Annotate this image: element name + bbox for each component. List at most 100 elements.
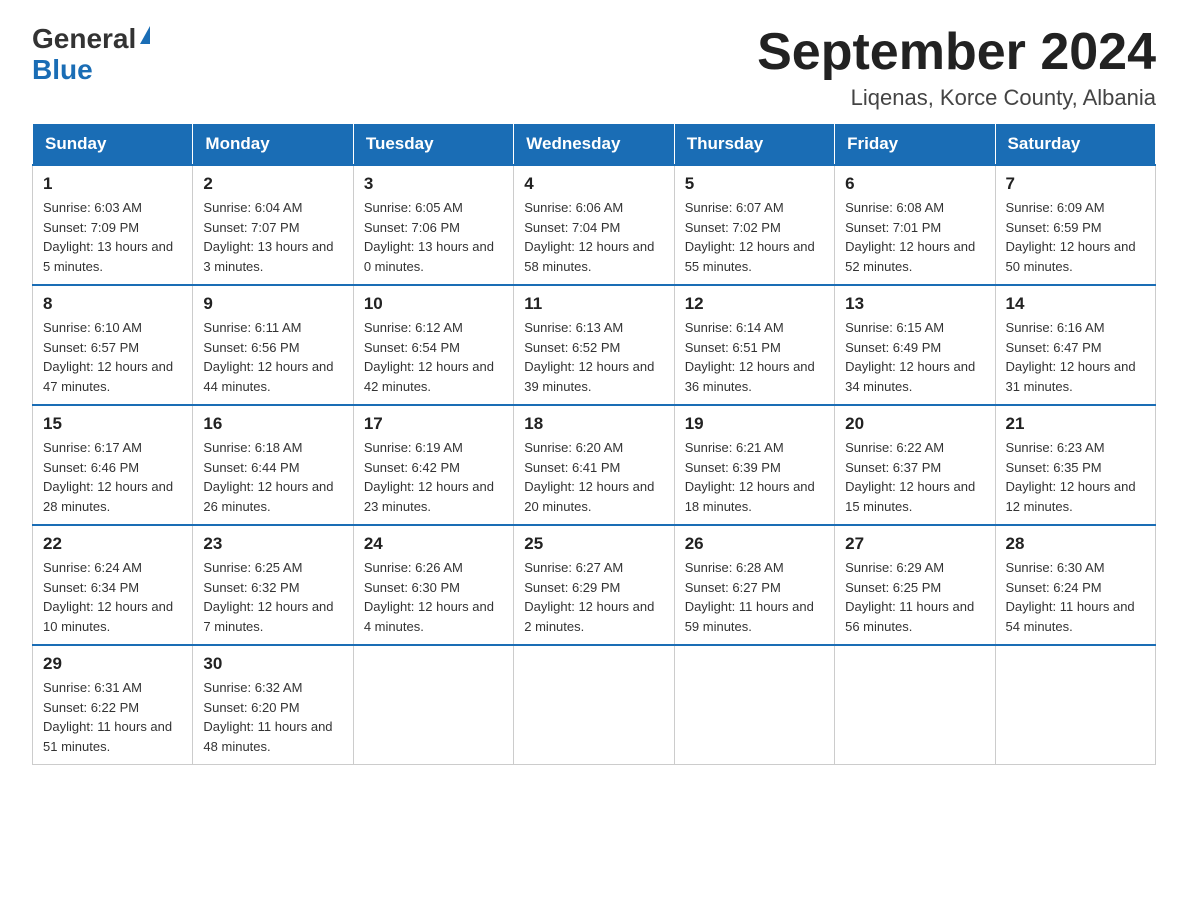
calendar-cell: 26Sunrise: 6:28 AMSunset: 6:27 PMDayligh…: [674, 525, 834, 645]
weekday-header-saturday: Saturday: [995, 124, 1155, 166]
calendar-cell: 14Sunrise: 6:16 AMSunset: 6:47 PMDayligh…: [995, 285, 1155, 405]
calendar-cell: 24Sunrise: 6:26 AMSunset: 6:30 PMDayligh…: [353, 525, 513, 645]
calendar-cell: 15 Sunrise: 6:17 AMSunset: 6:46 PMDayligh…: [33, 405, 193, 525]
day-info: Sunrise: 6:08 AMSunset: 7:01 PMDaylight:…: [845, 198, 984, 276]
day-number: 8: [43, 294, 182, 314]
day-info: Sunrise: 6:32 AMSunset: 6:20 PMDaylight:…: [203, 678, 342, 756]
day-info: Sunrise: 6:21 AMSunset: 6:39 PMDaylight:…: [685, 438, 824, 516]
day-info: Sunrise: 6:10 AMSunset: 6:57 PMDaylight:…: [43, 318, 182, 396]
calendar-header-row: SundayMondayTuesdayWednesdayThursdayFrid…: [33, 124, 1156, 166]
calendar-cell: 17 Sunrise: 6:19 AMSunset: 6:42 PMDayligh…: [353, 405, 513, 525]
day-info: Sunrise: 6:03 AMSunset: 7:09 PMDaylight:…: [43, 198, 182, 276]
day-info: Sunrise: 6:22 AMSunset: 6:37 PMDaylight:…: [845, 438, 984, 516]
day-info: Sunrise: 6:07 AMSunset: 7:02 PMDaylight:…: [685, 198, 824, 276]
day-info: Sunrise: 6:13 AMSunset: 6:52 PMDaylight:…: [524, 318, 663, 396]
calendar-cell: 11 Sunrise: 6:13 AMSunset: 6:52 PMDayligh…: [514, 285, 674, 405]
day-number: 12: [685, 294, 824, 314]
day-info: Sunrise: 6:20 AMSunset: 6:41 PMDaylight:…: [524, 438, 663, 516]
calendar-week-1: 1Sunrise: 6:03 AMSunset: 7:09 PMDaylight…: [33, 165, 1156, 285]
calendar-table: SundayMondayTuesdayWednesdayThursdayFrid…: [32, 123, 1156, 765]
logo-general: General: [32, 24, 136, 55]
day-info: Sunrise: 6:29 AMSunset: 6:25 PMDaylight:…: [845, 558, 984, 636]
day-info: Sunrise: 6:19 AMSunset: 6:42 PMDaylight:…: [364, 438, 503, 516]
day-info: Sunrise: 6:12 AMSunset: 6:54 PMDaylight:…: [364, 318, 503, 396]
calendar-cell: [674, 645, 834, 765]
day-number: 11: [524, 294, 663, 314]
weekday-header-sunday: Sunday: [33, 124, 193, 166]
calendar-cell: 22 Sunrise: 6:24 AMSunset: 6:34 PMDayligh…: [33, 525, 193, 645]
day-info: Sunrise: 6:25 AMSunset: 6:32 PMDaylight:…: [203, 558, 342, 636]
day-info: Sunrise: 6:23 AMSunset: 6:35 PMDaylight:…: [1006, 438, 1145, 516]
day-number: 30: [203, 654, 342, 674]
day-info: Sunrise: 6:06 AMSunset: 7:04 PMDaylight:…: [524, 198, 663, 276]
header: General Blue September 2024 Liqenas, Kor…: [32, 24, 1156, 111]
logo-blue: Blue: [32, 55, 93, 86]
day-number: 5: [685, 174, 824, 194]
day-number: 23: [203, 534, 342, 554]
calendar-cell: 1Sunrise: 6:03 AMSunset: 7:09 PMDaylight…: [33, 165, 193, 285]
day-number: 13: [845, 294, 984, 314]
calendar-cell: 12 Sunrise: 6:14 AMSunset: 6:51 PMDayligh…: [674, 285, 834, 405]
calendar-cell: 30 Sunrise: 6:32 AMSunset: 6:20 PMDayligh…: [193, 645, 353, 765]
day-number: 15: [43, 414, 182, 434]
day-number: 25: [524, 534, 663, 554]
calendar-cell: 8 Sunrise: 6:10 AMSunset: 6:57 PMDaylight…: [33, 285, 193, 405]
day-info: Sunrise: 6:31 AMSunset: 6:22 PMDaylight:…: [43, 678, 182, 756]
calendar-cell: 18 Sunrise: 6:20 AMSunset: 6:41 PMDayligh…: [514, 405, 674, 525]
weekday-header-thursday: Thursday: [674, 124, 834, 166]
title-block: September 2024 Liqenas, Korce County, Al…: [757, 24, 1156, 111]
calendar-cell: 28Sunrise: 6:30 AMSunset: 6:24 PMDayligh…: [995, 525, 1155, 645]
calendar-week-3: 15 Sunrise: 6:17 AMSunset: 6:46 PMDayligh…: [33, 405, 1156, 525]
day-number: 27: [845, 534, 984, 554]
calendar-cell: 9 Sunrise: 6:11 AMSunset: 6:56 PMDaylight…: [193, 285, 353, 405]
calendar-cell: 6 Sunrise: 6:08 AMSunset: 7:01 PMDaylight…: [835, 165, 995, 285]
calendar-cell: [995, 645, 1155, 765]
day-number: 17: [364, 414, 503, 434]
day-number: 18: [524, 414, 663, 434]
day-info: Sunrise: 6:26 AMSunset: 6:30 PMDaylight:…: [364, 558, 503, 636]
calendar-week-2: 8 Sunrise: 6:10 AMSunset: 6:57 PMDaylight…: [33, 285, 1156, 405]
weekday-header-tuesday: Tuesday: [353, 124, 513, 166]
day-number: 26: [685, 534, 824, 554]
day-number: 6: [845, 174, 984, 194]
calendar-body: 1Sunrise: 6:03 AMSunset: 7:09 PMDaylight…: [33, 165, 1156, 765]
calendar-cell: [353, 645, 513, 765]
calendar-cell: 16Sunrise: 6:18 AMSunset: 6:44 PMDayligh…: [193, 405, 353, 525]
calendar-cell: 2Sunrise: 6:04 AMSunset: 7:07 PMDaylight…: [193, 165, 353, 285]
calendar-cell: 23 Sunrise: 6:25 AMSunset: 6:32 PMDayligh…: [193, 525, 353, 645]
calendar-cell: 19Sunrise: 6:21 AMSunset: 6:39 PMDayligh…: [674, 405, 834, 525]
day-number: 9: [203, 294, 342, 314]
day-info: Sunrise: 6:24 AMSunset: 6:34 PMDaylight:…: [43, 558, 182, 636]
day-number: 2: [203, 174, 342, 194]
day-number: 16: [203, 414, 342, 434]
calendar-cell: 7Sunrise: 6:09 AMSunset: 6:59 PMDaylight…: [995, 165, 1155, 285]
weekday-header-monday: Monday: [193, 124, 353, 166]
day-number: 7: [1006, 174, 1145, 194]
calendar-cell: 29 Sunrise: 6:31 AMSunset: 6:22 PMDayligh…: [33, 645, 193, 765]
calendar-cell: 13Sunrise: 6:15 AMSunset: 6:49 PMDayligh…: [835, 285, 995, 405]
day-info: Sunrise: 6:05 AMSunset: 7:06 PMDaylight:…: [364, 198, 503, 276]
weekday-header-friday: Friday: [835, 124, 995, 166]
calendar-cell: 25 Sunrise: 6:27 AMSunset: 6:29 PMDayligh…: [514, 525, 674, 645]
calendar-cell: [835, 645, 995, 765]
day-number: 21: [1006, 414, 1145, 434]
day-info: Sunrise: 6:16 AMSunset: 6:47 PMDaylight:…: [1006, 318, 1145, 396]
calendar-cell: 3Sunrise: 6:05 AMSunset: 7:06 PMDaylight…: [353, 165, 513, 285]
day-number: 10: [364, 294, 503, 314]
calendar-cell: [514, 645, 674, 765]
day-number: 28: [1006, 534, 1145, 554]
day-number: 29: [43, 654, 182, 674]
calendar-title: September 2024: [757, 24, 1156, 81]
calendar-cell: 20Sunrise: 6:22 AMSunset: 6:37 PMDayligh…: [835, 405, 995, 525]
calendar-cell: 10 Sunrise: 6:12 AMSunset: 6:54 PMDayligh…: [353, 285, 513, 405]
day-info: Sunrise: 6:27 AMSunset: 6:29 PMDaylight:…: [524, 558, 663, 636]
day-info: Sunrise: 6:11 AMSunset: 6:56 PMDaylight:…: [203, 318, 342, 396]
calendar-cell: 4Sunrise: 6:06 AMSunset: 7:04 PMDaylight…: [514, 165, 674, 285]
calendar-cell: 21 Sunrise: 6:23 AMSunset: 6:35 PMDayligh…: [995, 405, 1155, 525]
day-info: Sunrise: 6:17 AMSunset: 6:46 PMDaylight:…: [43, 438, 182, 516]
logo-triangle-icon: [140, 26, 150, 44]
day-info: Sunrise: 6:14 AMSunset: 6:51 PMDaylight:…: [685, 318, 824, 396]
logo: General Blue: [32, 24, 150, 86]
weekday-header-wednesday: Wednesday: [514, 124, 674, 166]
day-number: 22: [43, 534, 182, 554]
